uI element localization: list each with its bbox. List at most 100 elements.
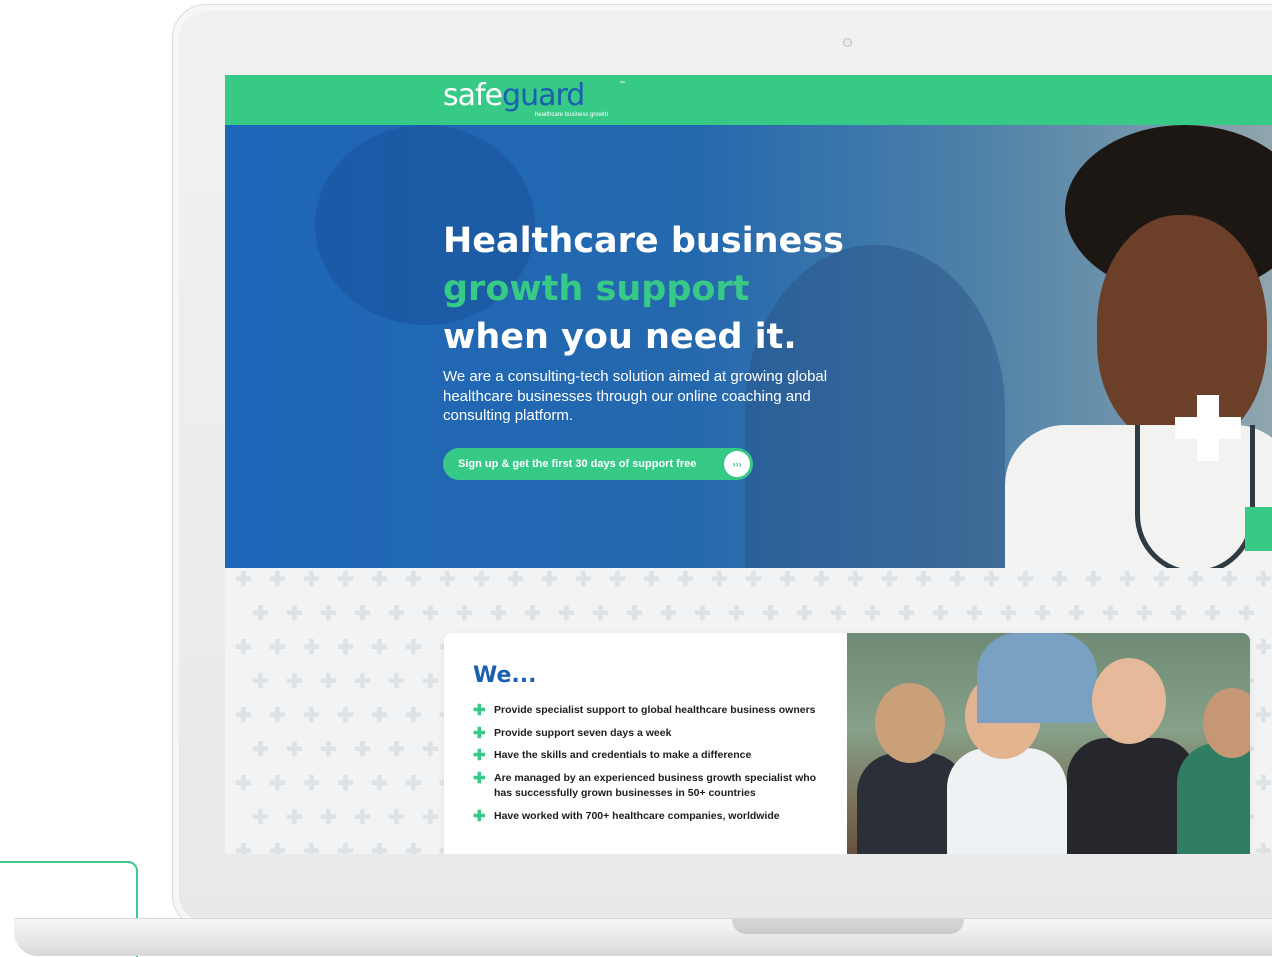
- plus-icon: ✚: [473, 724, 486, 742]
- pattern-plus-icon: ✚: [405, 569, 422, 591]
- pattern-plus-icon: ✚: [388, 603, 405, 625]
- pattern-plus-icon: ✚: [354, 739, 371, 761]
- hero-plus-icon-bar: [1175, 417, 1241, 439]
- pattern-plus-icon: ✚: [1255, 705, 1272, 727]
- pattern-plus-icon: ✚: [422, 807, 439, 829]
- logo-safe: saf: [443, 78, 486, 113]
- list-item: ✚ Are managed by an experienced business …: [473, 769, 817, 800]
- pattern-plus-icon: ✚: [337, 705, 354, 727]
- pattern-plus-icon: ✚: [1221, 569, 1238, 591]
- hero-title-line2: growth support: [443, 269, 750, 309]
- pattern-plus-icon: ✚: [983, 569, 1000, 591]
- laptop-notch: [732, 918, 964, 934]
- pattern-plus-icon: ✚: [1255, 773, 1272, 795]
- arrow-right-icon: ›››: [724, 451, 750, 477]
- pattern-plus-icon: ✚: [388, 671, 405, 693]
- pattern-plus-icon: ✚: [1000, 603, 1017, 625]
- pattern-plus-icon: ✚: [949, 569, 966, 591]
- pattern-plus-icon: ✚: [830, 603, 847, 625]
- pattern-plus-icon: ✚: [371, 637, 388, 659]
- signup-button-label: Sign up & get the first 30 days of suppo…: [458, 458, 697, 470]
- pattern-plus-icon: ✚: [813, 569, 830, 591]
- we-card: We... ✚ Provide specialist support to glo…: [444, 633, 1250, 854]
- pattern-plus-icon: ✚: [473, 569, 490, 591]
- pattern-plus-icon: ✚: [1068, 603, 1085, 625]
- pattern-plus-icon: ✚: [864, 603, 881, 625]
- pattern-plus-icon: ✚: [269, 569, 286, 591]
- pattern-plus-icon: ✚: [762, 603, 779, 625]
- pattern-plus-icon: ✚: [235, 637, 252, 659]
- side-tab[interactable]: [1245, 507, 1272, 551]
- pattern-plus-icon: ✚: [898, 603, 915, 625]
- pattern-plus-icon: ✚: [660, 603, 677, 625]
- doctor-face: [1097, 215, 1267, 445]
- website-screen: safeguard ™ healthcare business growth H…: [225, 75, 1272, 854]
- safeguard-logo[interactable]: safeguard ™ healthcare business growth: [443, 78, 625, 119]
- pattern-plus-icon: ✚: [915, 569, 932, 591]
- photo-person: [977, 633, 1097, 723]
- pattern-plus-icon: ✚: [507, 569, 524, 591]
- pattern-plus-icon: ✚: [269, 773, 286, 795]
- pattern-plus-icon: ✚: [1187, 569, 1204, 591]
- pattern-plus-icon: ✚: [286, 739, 303, 761]
- pattern-plus-icon: ✚: [371, 705, 388, 727]
- pattern-plus-icon: ✚: [796, 603, 813, 625]
- pattern-plus-icon: ✚: [405, 637, 422, 659]
- pattern-plus-icon: ✚: [405, 841, 422, 854]
- pattern-plus-icon: ✚: [439, 569, 456, 591]
- pattern-plus-icon: ✚: [354, 603, 371, 625]
- plus-icon: ✚: [473, 807, 486, 825]
- pattern-plus-icon: ✚: [286, 603, 303, 625]
- pattern-plus-icon: ✚: [320, 603, 337, 625]
- pattern-plus-icon: ✚: [1085, 569, 1102, 591]
- signup-button[interactable]: Sign up & get the first 30 days of suppo…: [443, 448, 753, 480]
- pattern-plus-icon: ✚: [745, 569, 762, 591]
- pattern-plus-icon: ✚: [337, 841, 354, 854]
- laptop-base: [14, 918, 1272, 956]
- pattern-plus-icon: ✚: [235, 705, 252, 727]
- stethoscope: [1135, 425, 1255, 568]
- we-list: ✚ Provide specialist support to global he…: [473, 703, 823, 831]
- pattern-plus-icon: ✚: [422, 671, 439, 693]
- pattern-plus-icon: ✚: [371, 569, 388, 591]
- pattern-plus-icon: ✚: [694, 603, 711, 625]
- pattern-plus-icon: ✚: [303, 705, 320, 727]
- pattern-plus-icon: ✚: [422, 603, 439, 625]
- plus-icon: ✚: [473, 769, 486, 787]
- pattern-plus-icon: ✚: [1051, 569, 1068, 591]
- logo-plus-e: e: [484, 78, 503, 113]
- pattern-plus-icon: ✚: [1102, 603, 1119, 625]
- hero-description: We are a consulting-tech solution aimed …: [443, 368, 828, 424]
- pattern-plus-icon: ✚: [422, 739, 439, 761]
- pattern-plus-icon: ✚: [337, 569, 354, 591]
- pattern-plus-icon: ✚: [371, 773, 388, 795]
- pattern-plus-icon: ✚: [252, 603, 269, 625]
- pattern-plus-icon: ✚: [320, 807, 337, 829]
- pattern-plus-icon: ✚: [847, 569, 864, 591]
- pattern-plus-icon: ✚: [711, 569, 728, 591]
- pattern-plus-icon: ✚: [388, 739, 405, 761]
- pattern-plus-icon: ✚: [235, 773, 252, 795]
- pattern-plus-icon: ✚: [354, 671, 371, 693]
- pattern-plus-icon: ✚: [303, 637, 320, 659]
- pattern-plus-icon: ✚: [405, 773, 422, 795]
- pattern-plus-icon: ✚: [269, 637, 286, 659]
- pattern-plus-icon: ✚: [1255, 569, 1272, 591]
- logo-guard: guard: [502, 78, 585, 113]
- photo-person: [1177, 743, 1250, 854]
- hero-title: Healthcare business growth support when …: [443, 217, 923, 361]
- pattern-plus-icon: ✚: [932, 603, 949, 625]
- pattern-plus-icon: ✚: [337, 637, 354, 659]
- hero-title-line3: when you need it.: [443, 317, 797, 357]
- list-item: ✚ Have worked with 700+ healthcare compan…: [473, 807, 780, 825]
- pattern-plus-icon: ✚: [405, 705, 422, 727]
- hero-title-line1: Healthcare business: [443, 221, 844, 261]
- pattern-plus-icon: ✚: [1238, 603, 1255, 625]
- team-meeting-photo: [847, 633, 1250, 854]
- pattern-plus-icon: ✚: [1255, 841, 1272, 854]
- list-item: ✚ Have the skills and credentials to make…: [473, 747, 752, 764]
- pattern-plus-icon: ✚: [337, 773, 354, 795]
- pattern-plus-icon: ✚: [286, 671, 303, 693]
- pattern-plus-icon: ✚: [490, 603, 507, 625]
- logo-tagline: healthcare business growth: [535, 112, 609, 118]
